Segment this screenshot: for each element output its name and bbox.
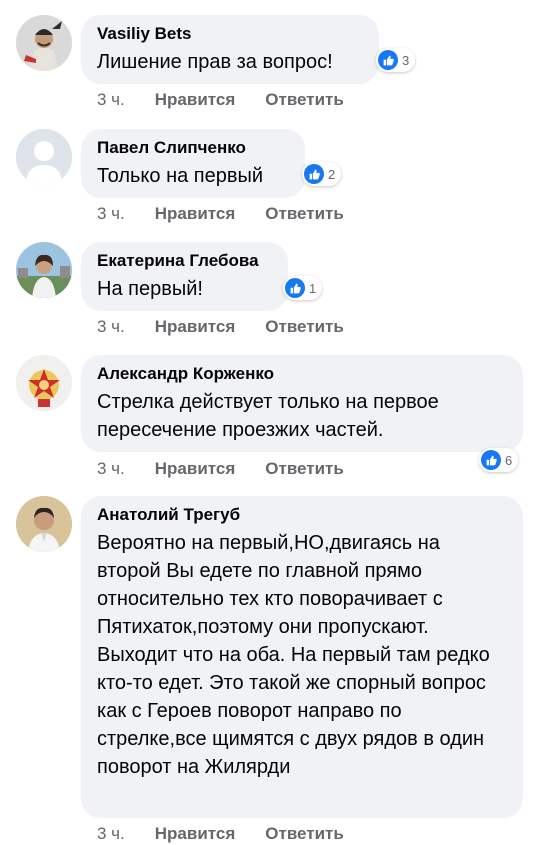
comment-text: Только на первый [97, 165, 264, 187]
comment-bubble: Vasiliy Bets Лишение прав за вопрос! [81, 15, 379, 84]
reaction-count: 6 [505, 452, 513, 468]
like-icon [481, 450, 501, 470]
like-icon [285, 278, 305, 298]
avatar-photo-woman [16, 242, 72, 298]
comment-text: На первый! [97, 278, 203, 300]
comment-text: Стрелка действует только на первое перес… [97, 391, 439, 441]
comment-bubble: Анатолий Трегуб Вероятно на первый,НО,дв… [81, 496, 523, 818]
reaction-count-badge[interactable]: 6 [479, 448, 519, 472]
avatar-photo-man [16, 496, 72, 552]
comment-author[interactable]: Павел Слипченко [97, 137, 289, 159]
avatar[interactable] [16, 129, 72, 185]
comment-time[interactable]: 3 ч. [97, 90, 125, 110]
comment-author[interactable]: Александр Корженко [97, 363, 507, 385]
avatar-photo-star-badge [16, 355, 72, 411]
reaction-count: 2 [328, 166, 336, 182]
avatar[interactable] [16, 242, 72, 298]
comment-text: Лишение прав за вопрос! [97, 51, 333, 73]
like-button[interactable]: Нравится [155, 90, 236, 110]
like-button[interactable]: Нравится [155, 204, 236, 224]
comment-bubble: Александр Корженко Стрелка действует тол… [81, 355, 523, 452]
comment-bubble: Екатерина Глебова На первый! [81, 242, 288, 311]
comment-author[interactable]: Анатолий Трегуб [97, 504, 507, 526]
comment-time[interactable]: 3 ч. [97, 824, 125, 844]
reply-button[interactable]: Ответить [265, 90, 344, 110]
comment-actions: 3 ч. Нравится Ответить [97, 316, 344, 338]
comment-time[interactable]: 3 ч. [97, 459, 125, 479]
avatar[interactable] [16, 15, 72, 71]
comment-time[interactable]: 3 ч. [97, 317, 125, 337]
reaction-count-badge[interactable]: 2 [302, 162, 342, 186]
like-button[interactable]: Нравится [155, 317, 236, 337]
avatar[interactable] [16, 355, 72, 411]
comment-bubble: Павел Слипченко Только на первый [81, 129, 305, 198]
comment-actions: 3 ч. Нравится Ответить [97, 89, 344, 111]
comment-text: Вероятно на первый,НО,двигаясь на второй… [97, 532, 490, 778]
reply-button[interactable]: Ответить [265, 824, 344, 844]
comment-actions: 3 ч. Нравится Ответить [97, 458, 344, 480]
reaction-count-badge[interactable]: 1 [283, 276, 323, 300]
like-icon [304, 164, 324, 184]
reaction-count: 1 [309, 280, 317, 296]
avatar[interactable] [16, 496, 72, 552]
reaction-count: 3 [402, 52, 410, 68]
reply-button[interactable]: Ответить [265, 459, 344, 479]
reply-button[interactable]: Ответить [265, 204, 344, 224]
comment-time[interactable]: 3 ч. [97, 204, 125, 224]
comment-actions: 3 ч. Нравится Ответить [97, 823, 344, 845]
comment-actions: 3 ч. Нравится Ответить [97, 203, 344, 225]
reaction-count-badge[interactable]: 3 [376, 48, 416, 72]
like-button[interactable]: Нравится [155, 459, 236, 479]
default-avatar-icon [16, 129, 72, 185]
like-button[interactable]: Нравится [155, 824, 236, 844]
avatar-photo-cossack [16, 15, 72, 71]
comment-author[interactable]: Екатерина Глебова [97, 250, 272, 272]
comment-author[interactable]: Vasiliy Bets [97, 23, 363, 45]
reply-button[interactable]: Ответить [265, 317, 344, 337]
like-icon [378, 50, 398, 70]
